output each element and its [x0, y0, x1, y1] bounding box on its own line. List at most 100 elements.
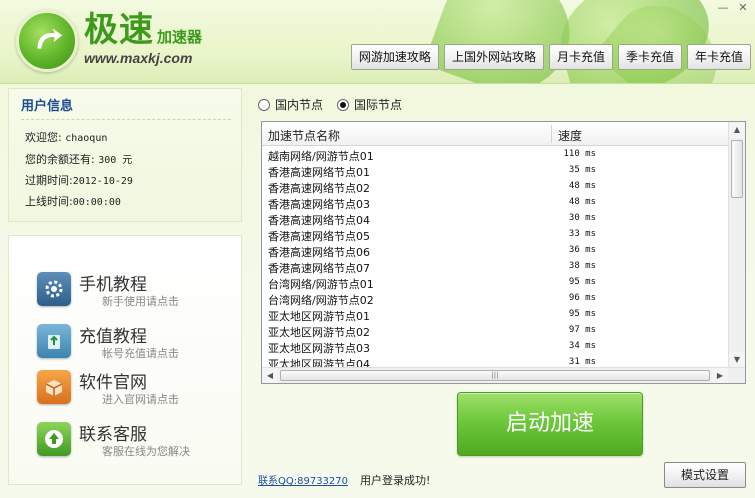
radio-domestic[interactable]: 国内节点: [258, 96, 323, 113]
table-row[interactable]: 台湾网络/网游节点02 96 ms: [262, 291, 728, 307]
brand-url: www.maxkj.com: [84, 50, 193, 66]
radio-label: 国内节点: [275, 98, 324, 112]
nav-monthly-card-button[interactable]: 月卡充值: [548, 44, 613, 70]
table-row[interactable]: 香港高速网络节点03 48 ms: [262, 195, 728, 211]
node-type-selector: 国内节点 国际节点: [258, 96, 402, 113]
minimize-button[interactable]: —: [715, 2, 731, 16]
horizontal-scrollbar[interactable]: ◀ ||| ▶: [262, 367, 745, 383]
brand-name: 极速: [84, 10, 154, 50]
menu-item-customer-service[interactable]: 联系客服 客服在线为您解决: [37, 418, 237, 462]
balance-label: 您的余额还有:: [25, 153, 95, 166]
top-nav: 网游加速攻略 上国外网站攻略 月卡充值 季卡充值 年卡充值: [350, 44, 751, 70]
gear-icon: [37, 272, 71, 306]
speed-cell: 48 ms: [568, 181, 596, 191]
vertical-scrollbar[interactable]: ▲ ▼: [728, 122, 745, 368]
node-name-cell: 台湾网络/网游节点01: [268, 278, 374, 291]
menu-item-phone-tutorial[interactable]: 手机教程 新手使用请点击: [37, 268, 237, 312]
logo-arrow-icon: [16, 10, 78, 72]
username: chaoqun: [65, 133, 108, 144]
welcome-line: 欢迎您: chaoqun: [25, 129, 107, 145]
expire-line: 过期时间:2012-10-29: [25, 172, 133, 188]
divider: [21, 119, 231, 120]
menu-item-recharge-tutorial[interactable]: 充值教程 帐号充值请点击: [37, 320, 237, 364]
nav-game-guide-button[interactable]: 网游加速攻略: [350, 44, 439, 70]
start-acceleration-button[interactable]: 启动加速: [457, 392, 643, 456]
column-header-node-name[interactable]: 加速节点名称: [268, 127, 340, 144]
user-info-panel: 用户信息 欢迎您: chaoqun 您的余额还有: 300 元 过期时间:201…: [8, 88, 242, 222]
scroll-thumb[interactable]: [731, 140, 743, 198]
menu-subtitle: 进入官网请点击: [102, 393, 179, 406]
header: 极速 加速器 www.maxkj.com — ✕ 网游加速攻略 上国外网站攻略 …: [0, 0, 755, 84]
table-row[interactable]: 越南网络/网游节点01 110 ms: [262, 147, 728, 163]
node-name-cell: 越南网络/网游节点01: [268, 150, 374, 163]
speed-cell: 97 ms: [568, 325, 596, 335]
help-menu-panel: 手机教程 新手使用请点击 充值教程 帐号充值请点击 软件官网 进入官网请点击 联…: [8, 235, 242, 485]
user-info-title: 用户信息: [21, 99, 74, 114]
radio-button-selected[interactable]: [337, 98, 350, 111]
close-button[interactable]: ✕: [735, 2, 751, 16]
contact-qq-link[interactable]: 联系QQ:89733270: [258, 472, 348, 487]
welcome-label: 欢迎您:: [25, 131, 62, 144]
nav-foreign-sites-button[interactable]: 上国外网站攻略: [443, 44, 544, 70]
node-list: 加速节点名称 速度 越南网络/网游节点01 110 ms 香港高速网络节点01 35 …: [261, 121, 746, 384]
node-name-cell: 台湾网络/网游节点02: [268, 294, 374, 307]
nav-yearly-card-button[interactable]: 年卡充值: [686, 44, 751, 70]
table-row[interactable]: 亚太地区网游节点02 97 ms: [262, 323, 728, 339]
scroll-left-arrow-icon[interactable]: ◀: [262, 368, 278, 383]
speed-cell: 36 ms: [568, 245, 596, 255]
expire-value: 2012-10-29: [72, 176, 133, 187]
menu-title: 软件官网: [79, 373, 147, 393]
package-icon: [37, 370, 71, 404]
node-name-cell: 香港高速网络节点02: [268, 182, 370, 195]
speed-cell: 30 ms: [568, 213, 596, 223]
table-row[interactable]: 香港高速网络节点02 48 ms: [262, 179, 728, 195]
node-name-cell: 香港高速网络节点03: [268, 198, 370, 211]
node-name-cell: 香港高速网络节点04: [268, 214, 370, 227]
window-controls: — ✕: [715, 2, 751, 16]
balance-line: 您的余额还有: 300 元: [25, 151, 132, 167]
radio-button[interactable]: [258, 98, 270, 111]
node-name-cell: 亚太地区网游节点03: [268, 342, 370, 355]
table-row[interactable]: 香港高速网络节点01 35 ms: [262, 163, 728, 179]
online-line: 上线时间:00:00:00: [25, 193, 121, 209]
menu-subtitle: 新手使用请点击: [102, 295, 179, 308]
table-row[interactable]: 香港高速网络节点05 33 ms: [262, 227, 728, 243]
speed-cell: 38 ms: [568, 261, 596, 271]
node-name-cell: 香港高速网络节点01: [268, 166, 370, 179]
speed-cell: 48 ms: [568, 197, 596, 207]
scroll-thumb[interactable]: |||: [280, 370, 710, 381]
node-name-cell: 香港高速网络节点05: [268, 230, 370, 243]
table-row[interactable]: 亚太地区网游节点01 95 ms: [262, 307, 728, 323]
scroll-down-arrow-icon[interactable]: ▼: [729, 352, 745, 368]
table-row[interactable]: 台湾网络/网游节点01 95 ms: [262, 275, 728, 291]
column-header-speed[interactable]: 速度: [558, 127, 582, 144]
speed-cell: 95 ms: [568, 309, 596, 319]
node-name-cell: 香港高速网络节点06: [268, 246, 370, 259]
mode-settings-button[interactable]: 模式设置: [664, 462, 746, 488]
node-name-cell: 亚太地区网游节点02: [268, 326, 370, 339]
list-header: 加速节点名称 速度: [262, 122, 728, 146]
menu-title: 联系客服: [79, 425, 147, 445]
scroll-up-arrow-icon[interactable]: ▲: [729, 122, 745, 138]
table-row[interactable]: 香港高速网络节点04 30 ms: [262, 211, 728, 227]
online-value: 00:00:00: [72, 197, 121, 208]
menu-subtitle: 帐号充值请点击: [102, 347, 179, 360]
column-separator[interactable]: [551, 125, 552, 143]
brand-subtitle: 加速器: [157, 28, 203, 46]
list-rows: 越南网络/网游节点01 110 ms 香港高速网络节点01 35 ms 香港高速网络节点…: [262, 147, 728, 369]
table-row[interactable]: 亚太地区网游节点03 34 ms: [262, 339, 728, 355]
balance-value: 300 元: [98, 155, 133, 166]
table-row[interactable]: 香港高速网络节点06 36 ms: [262, 243, 728, 259]
menu-subtitle: 客服在线为您解决: [102, 445, 190, 458]
menu-title: 充值教程: [79, 327, 147, 347]
radio-international[interactable]: 国际节点: [337, 96, 402, 113]
login-status-text: 用户登录成功!: [360, 474, 431, 487]
speed-cell: 110 ms: [563, 149, 596, 159]
node-name-cell: 亚太地区网游节点01: [268, 310, 370, 323]
speed-cell: 35 ms: [568, 165, 596, 175]
table-row[interactable]: 香港高速网络节点07 38 ms: [262, 259, 728, 275]
scroll-right-arrow-icon[interactable]: ▶: [712, 368, 728, 383]
online-label: 上线时间:: [25, 195, 73, 208]
menu-item-official-site[interactable]: 软件官网 进入官网请点击: [37, 366, 237, 410]
nav-quarterly-card-button[interactable]: 季卡充值: [617, 44, 682, 70]
